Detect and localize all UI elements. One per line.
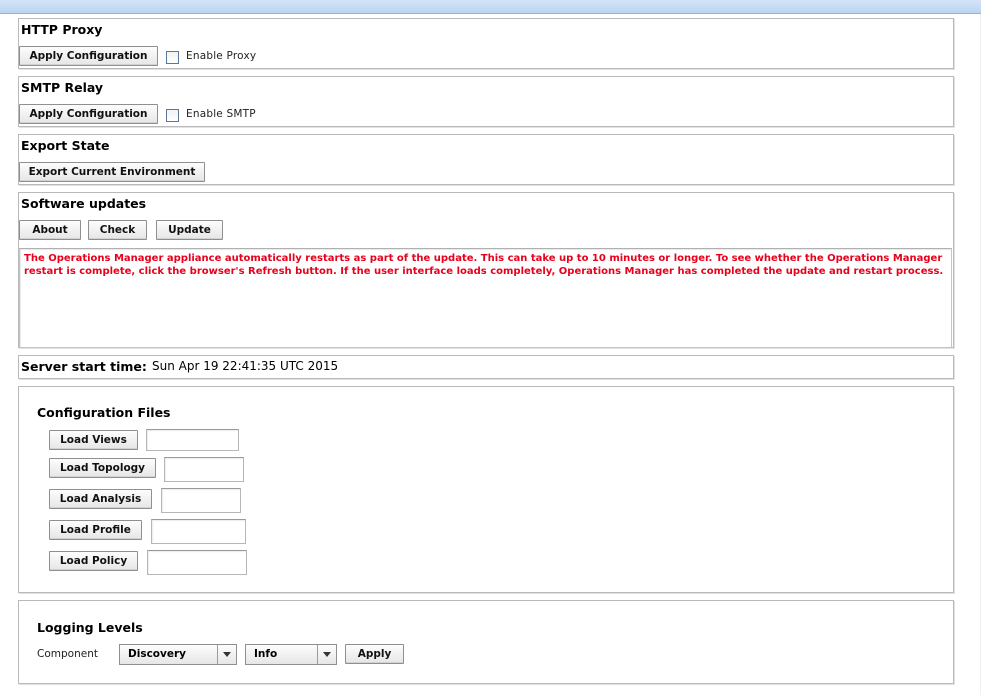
enable-smtp-label: Enable SMTP <box>186 108 256 120</box>
export-state-title: Export State <box>21 138 110 153</box>
config-files-panel: Configuration Files Load Views Load Topo… <box>18 386 954 593</box>
top-header-bar <box>0 0 981 14</box>
load-analysis-button[interactable]: Load Analysis <box>49 489 152 509</box>
load-topology-button[interactable]: Load Topology <box>49 458 156 478</box>
component-select-value: Discovery <box>128 648 186 660</box>
smtp-relay-title: SMTP Relay <box>21 80 104 95</box>
software-updates-title: Software updates <box>21 196 147 211</box>
smtp-relay-panel: SMTP Relay Apply Configuration Enable SM… <box>18 76 954 127</box>
load-topology-file-field[interactable] <box>164 457 244 482</box>
load-profile-button[interactable]: Load Profile <box>49 520 142 540</box>
about-button[interactable]: About <box>19 220 81 240</box>
http-proxy-title: HTTP Proxy <box>21 22 103 37</box>
chevron-down-icon <box>323 652 331 657</box>
server-start-value: Sun Apr 19 22:41:35 UTC 2015 <box>152 359 339 373</box>
config-files-title: Configuration Files <box>37 405 171 420</box>
logging-levels-title: Logging Levels <box>37 620 143 635</box>
update-message-box: The Operations Manager appliance automat… <box>19 248 952 348</box>
component-select[interactable]: Discovery <box>119 644 237 665</box>
software-updates-panel: Software updates About Check Update The … <box>18 192 954 348</box>
check-button[interactable]: Check <box>88 220 147 240</box>
update-button[interactable]: Update <box>156 220 223 240</box>
enable-proxy-label: Enable Proxy <box>186 50 257 62</box>
component-select-arrow[interactable] <box>217 645 236 664</box>
load-analysis-file-field[interactable] <box>161 488 241 513</box>
level-select-arrow[interactable] <box>317 645 336 664</box>
enable-proxy-checkbox[interactable] <box>166 51 179 64</box>
level-select[interactable]: Info <box>245 644 337 665</box>
server-start-panel: Server start time: Sun Apr 19 22:41:35 U… <box>18 355 954 379</box>
load-policy-button[interactable]: Load Policy <box>49 551 138 571</box>
logging-apply-button[interactable]: Apply <box>345 644 404 664</box>
level-select-value: Info <box>254 648 278 660</box>
http-proxy-apply-button[interactable]: Apply Configuration <box>19 46 158 66</box>
smtp-apply-button[interactable]: Apply Configuration <box>19 104 158 124</box>
logging-levels-panel: Logging Levels Component Discovery Info … <box>18 600 954 684</box>
load-views-button[interactable]: Load Views <box>49 430 138 450</box>
http-proxy-panel: HTTP Proxy Apply Configuration Enable Pr… <box>18 18 954 69</box>
load-views-file-field[interactable] <box>146 429 239 451</box>
export-environment-button[interactable]: Export Current Environment <box>19 162 205 182</box>
export-state-panel: Export State Export Current Environment <box>18 134 954 185</box>
component-label: Component <box>37 648 98 660</box>
chevron-down-icon <box>223 652 231 657</box>
enable-smtp-checkbox[interactable] <box>166 109 179 122</box>
server-start-label: Server start time: <box>21 359 147 374</box>
load-profile-file-field[interactable] <box>151 519 246 544</box>
load-policy-file-field[interactable] <box>147 550 247 575</box>
update-warning-text: The Operations Manager appliance automat… <box>24 253 944 277</box>
